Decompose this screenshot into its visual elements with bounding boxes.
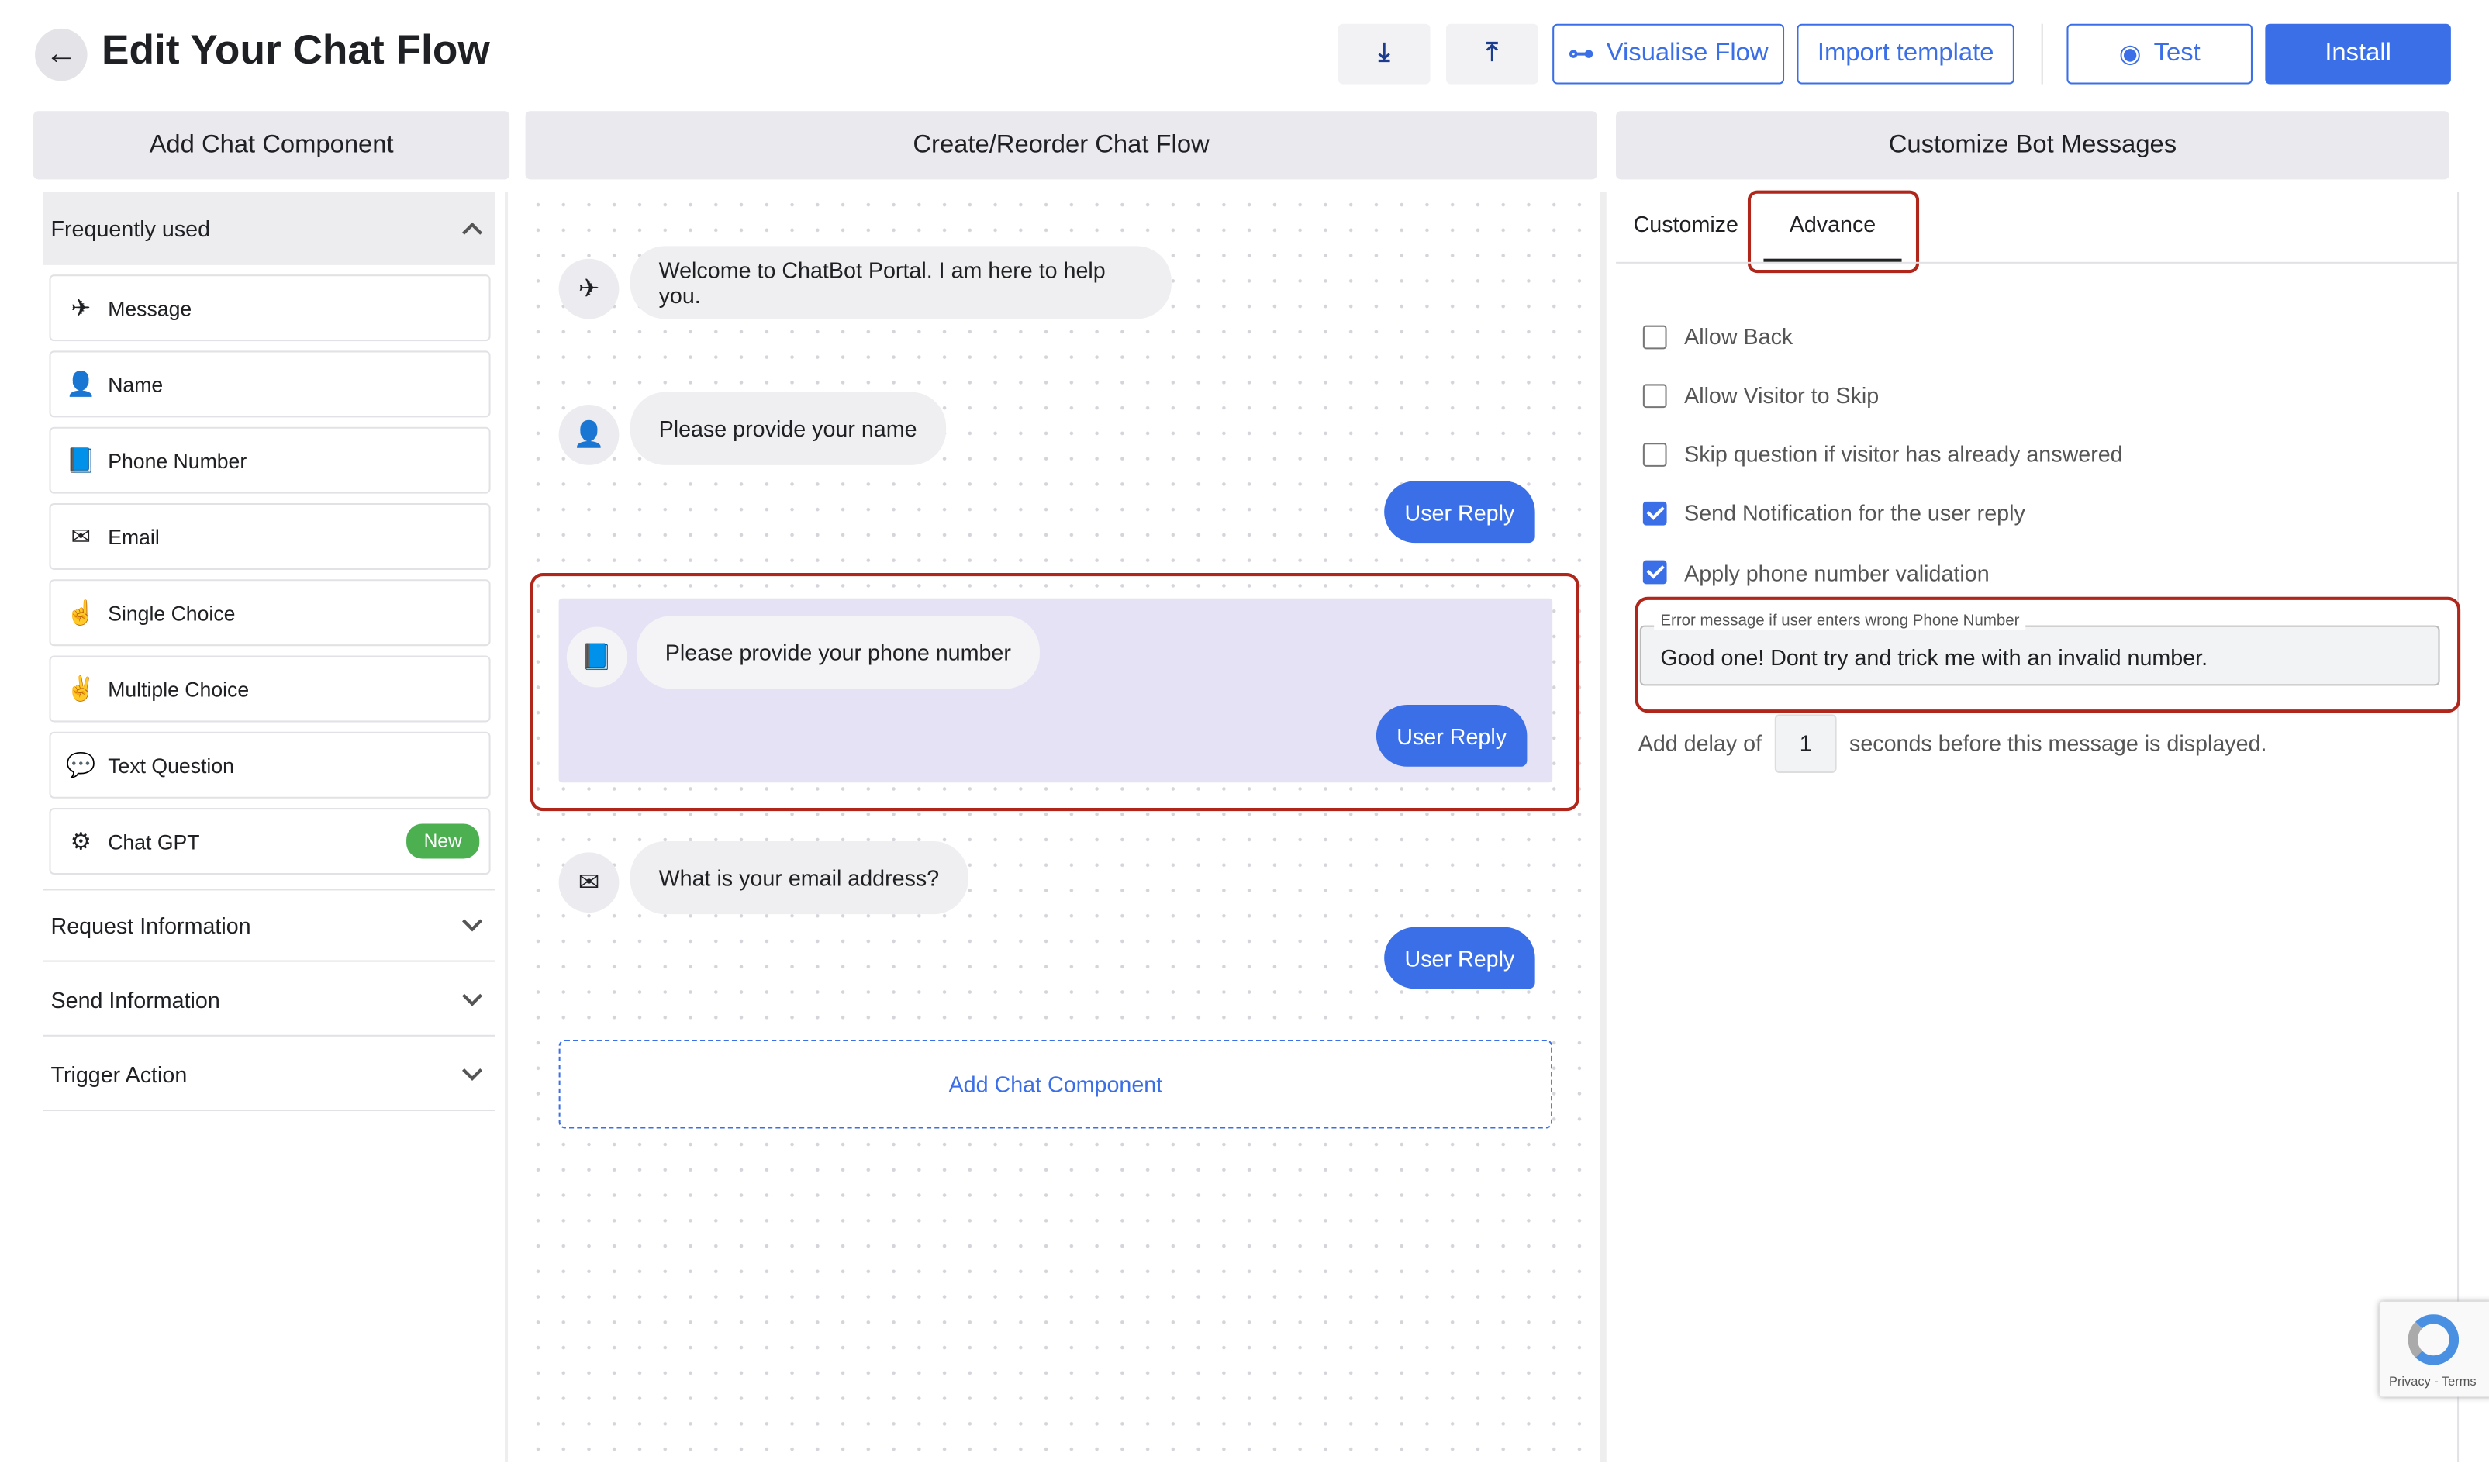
section-trigger-action[interactable]: Trigger Action	[43, 1038, 495, 1111]
speech-bubble-icon: 💬	[64, 747, 98, 782]
component-name[interactable]: 👤 Name	[49, 350, 490, 417]
item-label: Chat GPT	[108, 830, 199, 854]
option-label: Skip question if visitor has already ans…	[1684, 441, 2123, 467]
chevron-down-icon	[462, 985, 482, 1006]
page-title: Edit Your Chat Flow	[102, 26, 490, 74]
section-label: Frequently used	[51, 216, 211, 241]
flow-canvas	[526, 192, 1597, 1462]
openai-icon: ⚙	[64, 823, 98, 858]
pointing-hand-icon: ☝	[64, 595, 98, 630]
option-label: Allow Back	[1684, 324, 1793, 350]
paper-plane-icon: ✈	[64, 291, 98, 326]
item-label: Message	[108, 296, 192, 320]
email-avatar: ✉	[559, 852, 620, 913]
user-icon: 👤	[64, 367, 98, 402]
email-bubble[interactable]: What is your email address?	[630, 841, 968, 914]
delay-input[interactable]: 1	[1775, 714, 1837, 773]
visualise-flow-button[interactable]: ⊶ Visualise Flow	[1552, 24, 1784, 85]
item-label: Text Question	[108, 753, 234, 777]
component-email[interactable]: ✉ Email	[49, 503, 490, 570]
flow-icon: ⊶	[1569, 38, 1594, 70]
delay-prefix: Add delay of	[1638, 730, 1762, 756]
upload-button[interactable]: ⤒	[1446, 24, 1538, 85]
chevron-down-icon	[462, 1060, 482, 1080]
add-chat-component-button[interactable]: Add Chat Component	[559, 1040, 1553, 1129]
multi-choice-icon: ✌	[64, 671, 98, 706]
item-label: Phone Number	[108, 448, 247, 472]
customize-panel-header: Customize Bot Messages	[1616, 111, 2449, 179]
error-message-input[interactable]: Good one! Dont try and trick me with an …	[1640, 626, 2440, 686]
option-label: Allow Visitor to Skip	[1684, 382, 1879, 408]
tab-highlight	[1748, 191, 1919, 273]
skip-answered-checkbox[interactable]	[1643, 443, 1667, 467]
name-bubble[interactable]: Please provide your name	[630, 392, 946, 465]
divider	[2042, 24, 2043, 85]
allow-back-checkbox[interactable]	[1643, 326, 1667, 350]
section-request-information[interactable]: Request Information	[43, 889, 495, 961]
import-template-button[interactable]: Import template	[1797, 24, 2014, 85]
chevron-up-icon	[462, 223, 482, 243]
recaptcha-badge[interactable]: Privacy - Terms	[2380, 1302, 2489, 1397]
install-button[interactable]: Install	[2265, 24, 2451, 85]
option-label: Apply phone number validation	[1684, 561, 1990, 586]
name-avatar: 👤	[559, 405, 620, 465]
arrow-left-icon: ←	[45, 36, 77, 73]
recaptcha-icon	[2408, 1314, 2460, 1365]
user-reply-button[interactable]: User Reply	[1384, 481, 1534, 543]
add-component-panel-header: Add Chat Component	[33, 111, 509, 179]
eye-icon: ◉	[2119, 38, 2142, 70]
address-book-icon: 📘	[64, 443, 98, 478]
user-reply-button[interactable]: User Reply	[1376, 705, 1527, 767]
tab-customize[interactable]: Customize	[1634, 211, 1738, 236]
item-label: Single Choice	[108, 601, 235, 625]
upload-icon: ⤒	[1486, 40, 1497, 68]
item-label: Email	[108, 525, 160, 549]
phone-avatar: 📘	[567, 627, 627, 688]
chevron-down-icon	[462, 911, 482, 931]
section-label: Send Information	[51, 986, 220, 1012]
scrollbar-middle[interactable]	[1600, 192, 1607, 1462]
download-icon: ⤓	[1379, 40, 1389, 68]
user-reply-button[interactable]: User Reply	[1384, 927, 1534, 989]
recaptcha-text: Privacy - Terms	[2389, 1375, 2477, 1389]
item-label: Name	[108, 372, 163, 396]
tabs-divider	[1616, 262, 2457, 264]
component-text-question[interactable]: 💬 Text Question	[49, 732, 490, 799]
section-label: Trigger Action	[51, 1061, 188, 1087]
component-multiple-choice[interactable]: ✌ Multiple Choice	[49, 655, 490, 722]
component-single-choice[interactable]: ☝ Single Choice	[49, 579, 490, 646]
phone-bubble[interactable]: Please provide your phone number	[637, 616, 1040, 689]
section-label: Request Information	[51, 913, 251, 938]
allow-skip-checkbox[interactable]	[1643, 384, 1667, 408]
component-chat-gpt[interactable]: ⚙ Chat GPT New	[49, 808, 490, 875]
section-send-information[interactable]: Send Information	[43, 964, 495, 1037]
panel-border	[2457, 192, 2459, 1462]
component-phone-number[interactable]: 📘 Phone Number	[49, 427, 490, 494]
frequently-used-toggle[interactable]: Frequently used	[43, 192, 495, 265]
install-label: Install	[2325, 40, 2391, 68]
flow-panel-header: Create/Reorder Chat Flow	[526, 111, 1597, 179]
test-label: Test	[2154, 40, 2201, 68]
phone-validation-checkbox[interactable]	[1643, 561, 1667, 585]
scrollbar-left[interactable]	[505, 192, 508, 1462]
option-label: Send Notification for the user reply	[1684, 500, 2025, 526]
download-button[interactable]: ⤓	[1338, 24, 1431, 85]
error-message-label: Error message if user enters wrong Phone…	[1654, 613, 2025, 630]
send-notification-checkbox[interactable]	[1643, 502, 1667, 526]
message-bubble[interactable]: Welcome to ChatBot Portal. I am here to …	[630, 246, 1172, 319]
item-label: Multiple Choice	[108, 677, 249, 701]
new-badge: New	[406, 823, 479, 858]
test-button[interactable]: ◉ Test	[2066, 24, 2253, 85]
visualise-label: Visualise Flow	[1607, 40, 1769, 68]
import-label: Import template	[1818, 40, 1994, 68]
component-message[interactable]: ✈ Message	[49, 274, 490, 341]
message-avatar: ✈	[559, 259, 620, 319]
envelope-icon: ✉	[64, 519, 98, 554]
back-button[interactable]: ←	[35, 29, 88, 81]
delay-suffix: seconds before this message is displayed…	[1849, 730, 2267, 756]
